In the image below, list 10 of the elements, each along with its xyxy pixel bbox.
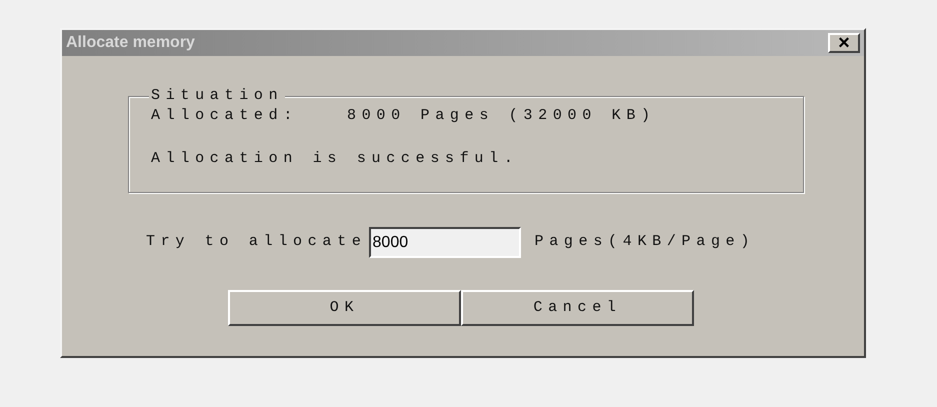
status-message: Allocation is successful. — [151, 150, 519, 166]
window-title: Allocate memory — [66, 33, 195, 53]
unit-label: Pages(4KB/Page) — [534, 232, 756, 252]
dialog-button[interactable]: OK — [228, 290, 461, 326]
allocated-value: 8000 Pages (32000 KB) — [347, 106, 656, 126]
dialog-button[interactable]: Cancel — [461, 290, 694, 326]
pages-input[interactable]: 8000 — [368, 227, 521, 258]
close-button[interactable]: × — [828, 33, 860, 53]
allocate-label: Try to allocate — [146, 232, 367, 252]
allocated-label: Allocated: — [151, 106, 300, 126]
